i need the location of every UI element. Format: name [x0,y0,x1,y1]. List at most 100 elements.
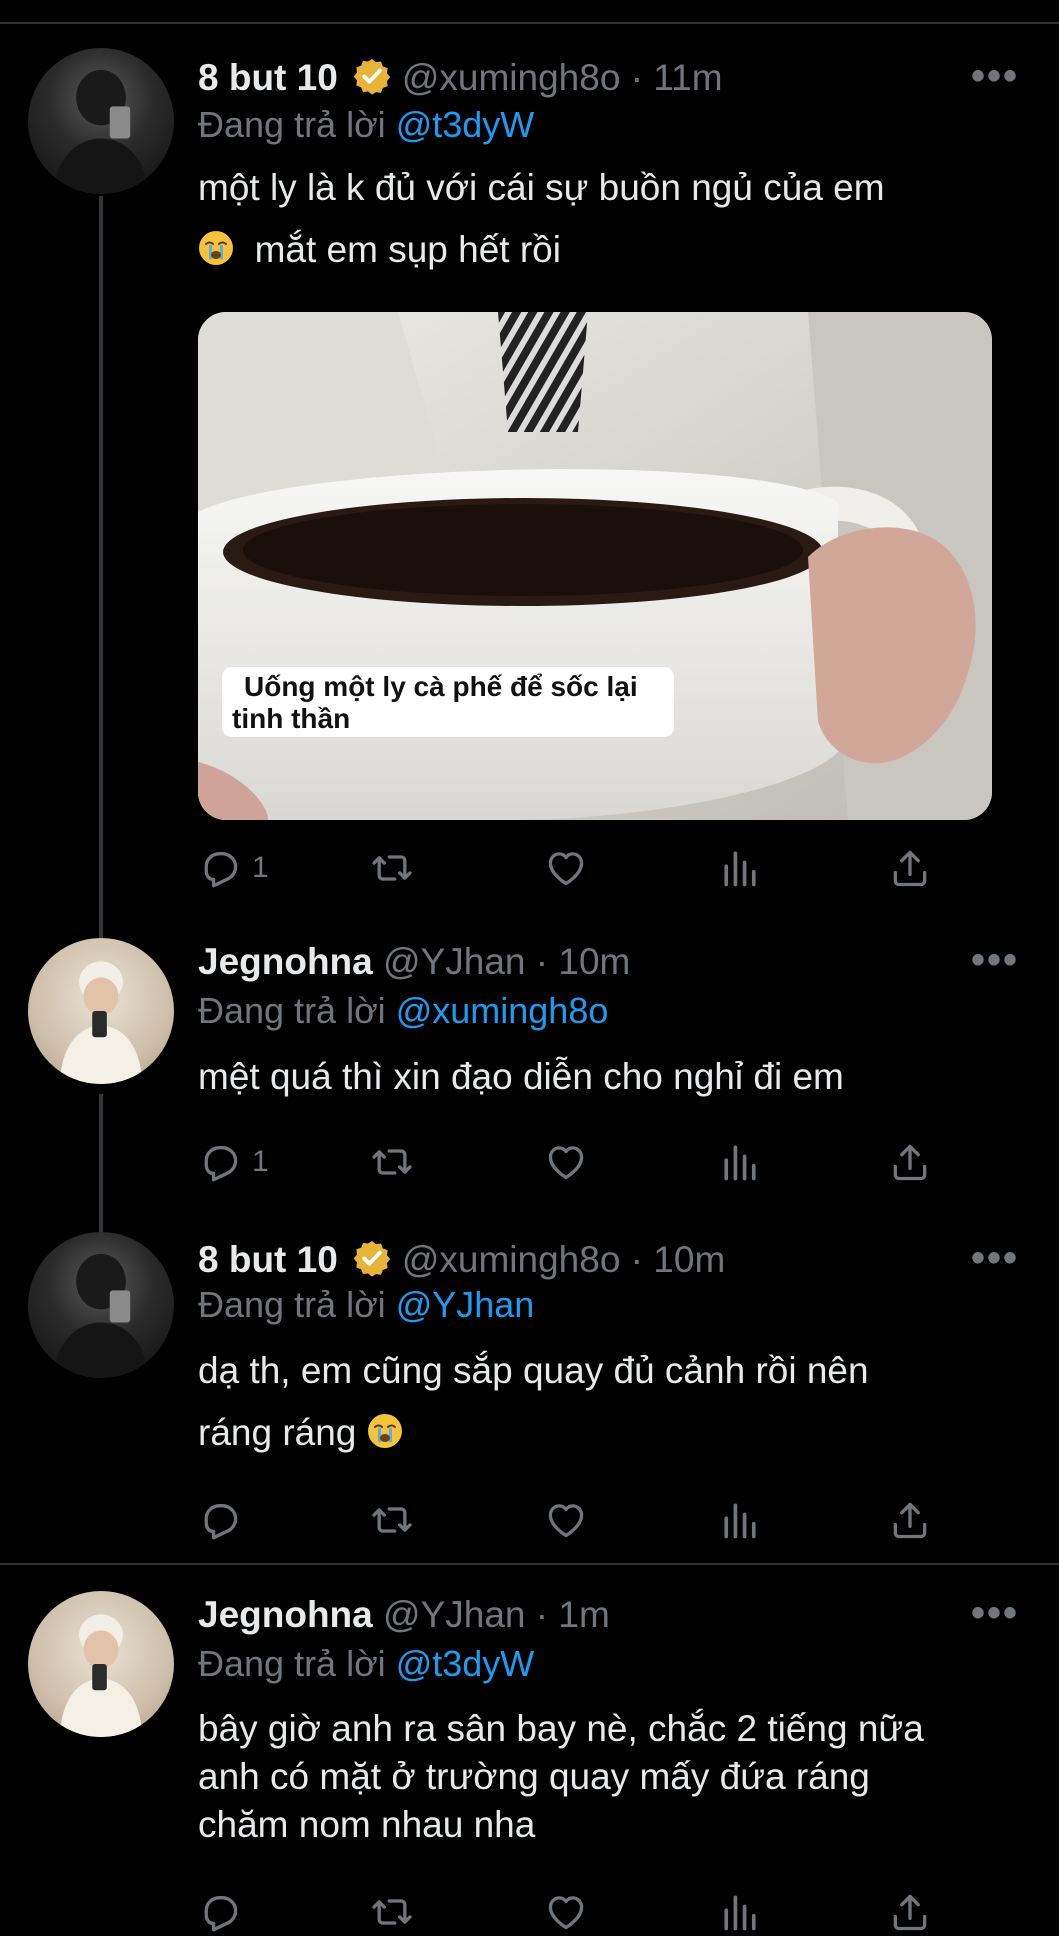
caption-line: tinh thần [232,703,351,734]
separator-dot: · [535,941,549,982]
tweet-text: mệt quá thì xin đạo diễn cho nghỉ đi em [198,1046,1018,1108]
timestamp[interactable]: 1m [558,1594,609,1635]
tweet-header: Jegnohna @YJhan · 10m [198,940,630,984]
display-name[interactable]: Jegnohna [198,1594,373,1635]
tweet-text-line: dạ th, em cũng sắp quay đủ cảnh rồi nên [198,1350,869,1391]
analytics-button[interactable] [718,1138,762,1186]
loudly-crying-emoji [198,230,234,266]
timestamp[interactable]: 10m [653,1239,725,1280]
share-button[interactable] [888,1888,932,1936]
tweet-text-line: anh có mặt ở trường quay mấy đứa ráng [198,1756,870,1797]
tweet-text-line: ráng ráng [198,1412,357,1453]
avatar[interactable] [28,938,174,1084]
more-icon[interactable]: ••• [971,56,1019,96]
user-handle[interactable]: @YJhan [383,1594,525,1635]
analytics-button[interactable] [718,1496,762,1544]
separator-dot: · [630,57,644,98]
replying-prefix: Đang trả lời [198,1284,386,1325]
reply-icon [198,846,242,890]
timestamp[interactable]: 10m [558,941,630,982]
retweet-button[interactable] [370,844,414,892]
share-icon [888,846,932,890]
avatar[interactable] [28,1232,174,1378]
tweet-text: một ly là k đủ với cái sự buồn ngủ của e… [198,157,1018,281]
reply-button[interactable] [198,1888,242,1936]
like-icon [544,1498,588,1542]
like-button[interactable] [544,844,588,892]
tweet-image[interactable]: Uống một ly cà phế để sốc lại tinh thần [198,312,992,820]
like-button[interactable] [544,1138,588,1186]
display-name[interactable]: 8 but 10 [198,1239,338,1280]
reply-button[interactable] [198,1496,242,1544]
user-handle[interactable]: @YJhan [383,941,525,982]
timestamp[interactable]: 11m [653,57,722,98]
action-bar [198,1888,998,1936]
replying-prefix: Đang trả lời [198,104,386,145]
share-button[interactable] [888,844,932,892]
share-button[interactable] [888,1496,932,1544]
replying-to: Đang trả lời @YJhan [198,1284,534,1326]
tweet-text-line: chăm nom nhau nha [198,1804,536,1845]
tweet[interactable]: 8 but 10 @xumingh8o · 11m ••• Đang trả lờ… [0,0,1059,900]
mention-link[interactable]: @YJhan [396,1284,535,1325]
replying-to: Đang trả lời @t3dyW [198,104,534,146]
retweet-icon [370,1890,414,1934]
retweet-button[interactable] [370,1138,414,1186]
avatar[interactable] [28,48,174,194]
share-button[interactable] [888,1138,932,1186]
retweet-button[interactable] [370,1496,414,1544]
tweet-header: 8 but 10 @xumingh8o · 11m [198,56,723,100]
image-caption: Uống một ly cà phế để sốc lại tinh thần [222,667,674,737]
loudly-crying-emoji [367,1413,403,1449]
like-button[interactable] [544,1496,588,1544]
share-icon [888,1498,932,1542]
reply-icon [198,1498,242,1542]
replying-prefix: Đang trả lời [198,1643,386,1684]
display-name[interactable]: Jegnohna [198,941,373,982]
tweet-header: 8 but 10 @xumingh8o · 10m [198,1238,725,1282]
analytics-icon [718,1140,762,1184]
more-icon[interactable]: ••• [971,940,1019,980]
reply-button[interactable]: 1 [198,1138,269,1186]
retweet-icon [370,1140,414,1184]
mention-link[interactable]: @t3dyW [396,104,535,145]
user-handle[interactable]: @xumingh8o [402,57,621,98]
tweet[interactable]: Jegnohna @YJhan · 10m ••• Đang trả lời @… [0,920,1059,1220]
like-icon [544,1890,588,1934]
replying-to: Đang trả lời @xumingh8o [198,990,608,1032]
tweet-text-line: mắt em sụp hết rồi [254,229,561,270]
action-bar: 1 [198,844,998,892]
tweet-text-line: mệt quá thì xin đạo diễn cho nghỉ đi em [198,1056,844,1097]
retweet-button[interactable] [370,1888,414,1936]
separator-dot: · [630,1239,644,1280]
mention-link[interactable]: @xumingh8o [396,990,609,1031]
more-icon[interactable]: ••• [971,1238,1019,1278]
retweet-icon [370,1498,414,1542]
avatar[interactable] [28,1591,174,1737]
separator-dot: · [535,1594,549,1635]
tweet[interactable]: 8 but 10 @xumingh8o · 10m ••• Đang trả lờ… [0,1220,1059,1560]
more-icon[interactable]: ••• [971,1593,1019,1633]
replying-prefix: Đang trả lời [198,990,386,1031]
reply-count: 1 [252,1145,269,1178]
tweet-header: Jegnohna @YJhan · 1m [198,1593,610,1637]
analytics-button[interactable] [718,844,762,892]
verified-badge-icon [352,1238,392,1278]
user-handle[interactable]: @xumingh8o [402,1239,621,1280]
share-icon [888,1140,932,1184]
reply-count: 1 [252,851,269,884]
mention-link[interactable]: @t3dyW [396,1643,535,1684]
analytics-button[interactable] [718,1888,762,1936]
display-name[interactable]: 8 but 10 [198,57,338,98]
tweet-text: dạ th, em cũng sắp quay đủ cảnh rồi nên … [198,1340,1018,1464]
tweet-text-line: bây giờ anh ra sân bay nè, chắc 2 tiếng … [198,1708,924,1749]
like-button[interactable] [544,1888,588,1936]
verified-badge-icon [352,56,392,96]
like-icon [544,846,588,890]
retweet-icon [370,846,414,890]
like-icon [544,1140,588,1184]
action-bar [198,1496,998,1544]
tweet[interactable]: Jegnohna @YJhan · 1m ••• Đang trả lời @t… [0,1565,1059,1920]
reply-button[interactable]: 1 [198,844,269,892]
tweet-text: bây giờ anh ra sân bay nè, chắc 2 tiếng … [198,1705,1018,1849]
